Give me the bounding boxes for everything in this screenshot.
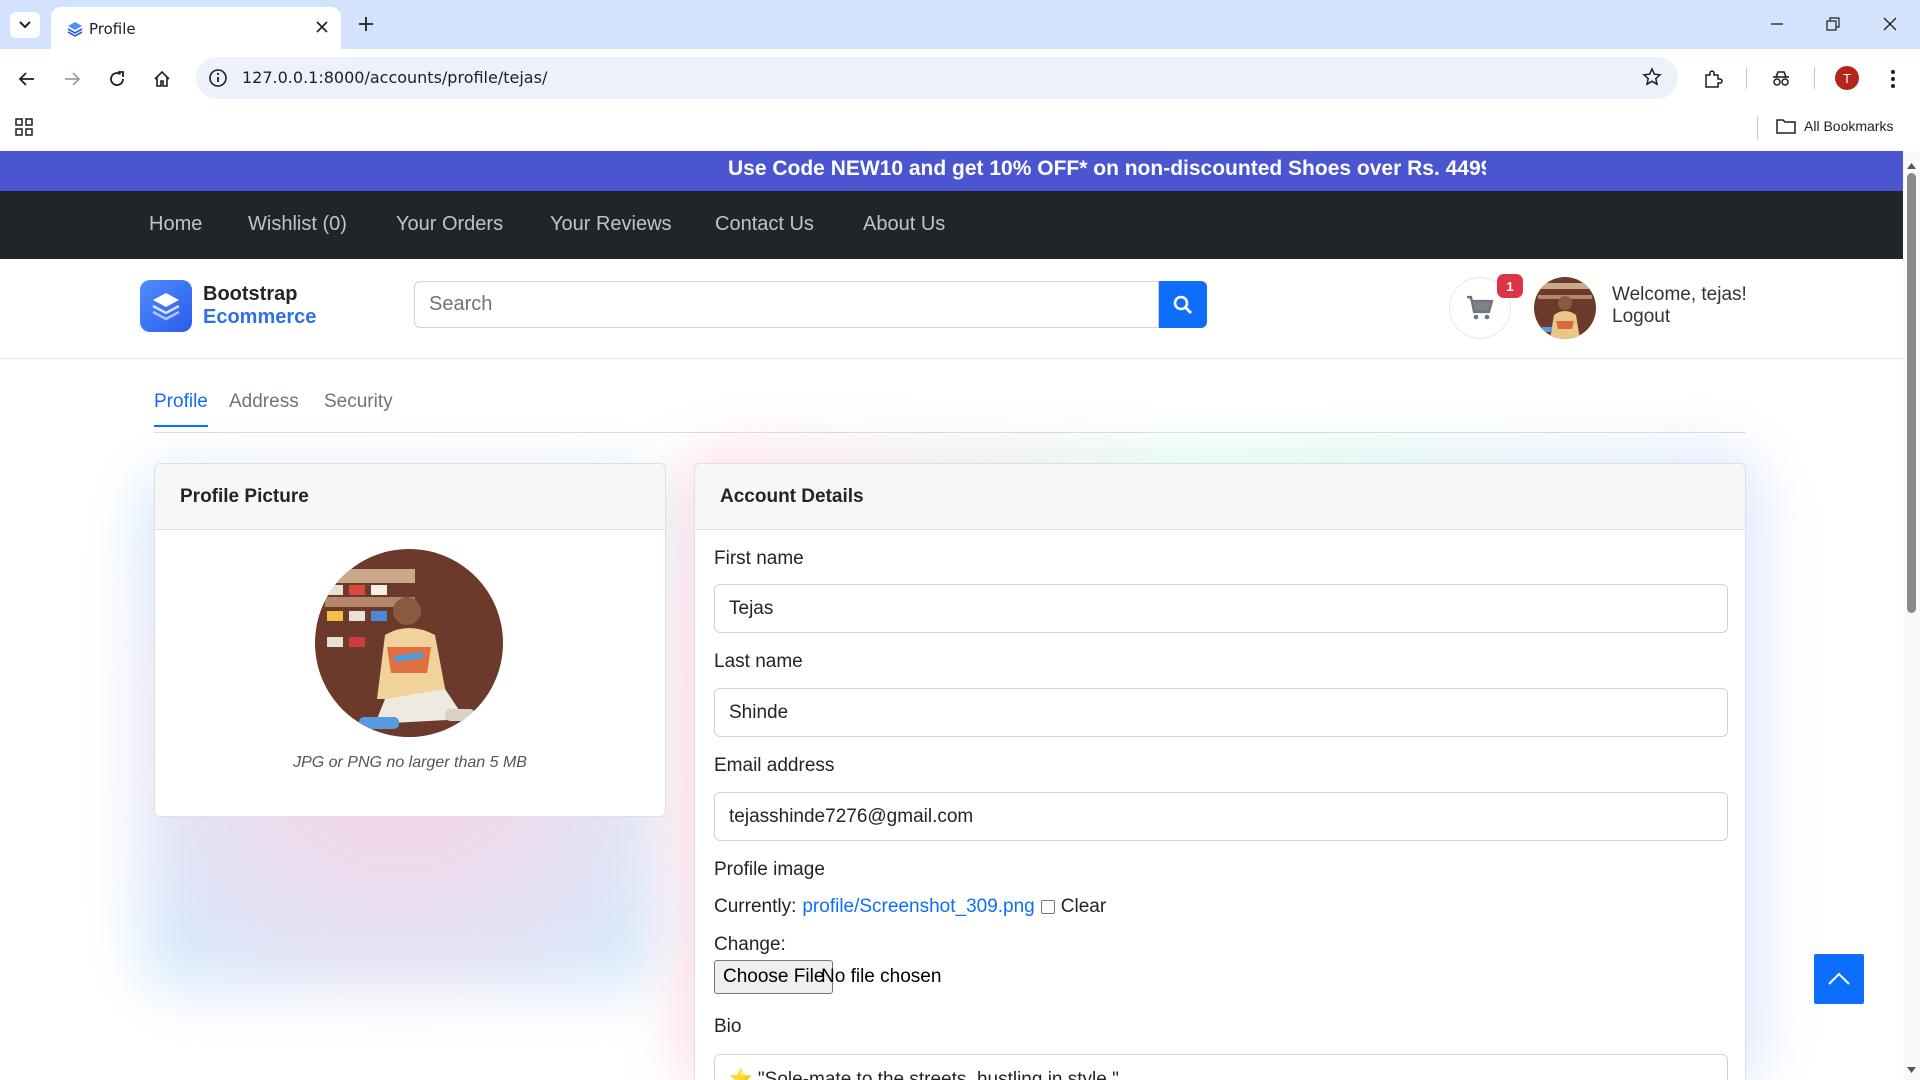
- cart-count-badge: 1: [1497, 274, 1523, 298]
- email-field[interactable]: [714, 792, 1728, 841]
- folder-icon: [1776, 119, 1796, 134]
- apps-grid-icon[interactable]: [14, 117, 34, 141]
- last-name-label: Last name: [714, 651, 803, 672]
- search-icon: [1173, 295, 1192, 314]
- nav-your-orders[interactable]: Your Orders: [396, 213, 503, 236]
- first-name-label: First name: [714, 548, 804, 569]
- close-window-icon[interactable]: [1876, 10, 1904, 38]
- profile-picture-card: Profile Picture JPG or PNG no larger tha…: [154, 463, 666, 817]
- profile-tabs: Profile Address Security: [154, 391, 1746, 433]
- scrollbar-thumb[interactable]: [1907, 173, 1916, 613]
- bookmark-star-icon[interactable]: [1642, 67, 1662, 91]
- reload-icon[interactable]: [103, 65, 131, 93]
- site-favicon-icon: [67, 21, 83, 41]
- bio-field[interactable]: [714, 1054, 1728, 1080]
- last-name-field[interactable]: [714, 688, 1728, 737]
- site-header: Bootstrap Ecommerce 1 Welcome, tejas! Lo…: [0, 259, 1903, 359]
- tab-list-button[interactable]: [10, 12, 40, 38]
- account-details-title: Account Details: [695, 464, 1745, 530]
- welcome-text: Welcome, tejas!: [1612, 284, 1747, 305]
- scroll-up-arrow-icon[interactable]: [1907, 155, 1916, 174]
- email-label: Email address: [714, 755, 835, 776]
- profile-picture-title: Profile Picture: [155, 464, 665, 530]
- nav-home[interactable]: Home: [149, 213, 202, 236]
- logo-text-line1[interactable]: Bootstrap: [203, 283, 297, 306]
- site-info-icon[interactable]: [208, 68, 228, 92]
- home-icon[interactable]: [148, 65, 176, 93]
- browser-tab-profile[interactable]: Profile: [51, 7, 341, 49]
- account-details-card: Account Details First name Last name Ema…: [694, 463, 1746, 1080]
- toolbar-divider-2: [1814, 67, 1815, 89]
- address-bar[interactable]: 127.0.0.1:8000/accounts/profile/tejas/: [196, 57, 1678, 99]
- logout-link[interactable]: Logout: [1612, 306, 1670, 328]
- page-scrollbar[interactable]: [1903, 151, 1920, 1080]
- bio-label: Bio: [714, 1016, 742, 1037]
- bookmarks-bar: All Bookmarks: [0, 109, 1920, 151]
- scroll-down-arrow-icon[interactable]: [1907, 1059, 1916, 1078]
- nav-your-reviews[interactable]: Your Reviews: [550, 213, 672, 236]
- tab-address[interactable]: Address: [229, 391, 299, 425]
- all-bookmarks-label: All Bookmarks: [1804, 118, 1894, 134]
- chevron-up-icon: [1828, 972, 1850, 985]
- url-text[interactable]: 127.0.0.1:8000/accounts/profile/tejas/: [242, 68, 547, 87]
- no-file-text: No file chosen: [821, 966, 942, 987]
- bookmarks-divider: [1757, 117, 1758, 139]
- nav-contact-us[interactable]: Contact Us: [715, 213, 814, 236]
- logo-icon[interactable]: [140, 280, 192, 332]
- new-tab-icon[interactable]: [354, 12, 378, 36]
- tab-profile[interactable]: Profile: [154, 391, 208, 427]
- promo-text: Use Code NEW10 and get 10% OFF* on non-d…: [728, 157, 1486, 180]
- current-image-row: Currently: profile/Screenshot_309.png Cl…: [714, 896, 1106, 918]
- back-to-top-button[interactable]: [1814, 954, 1864, 1004]
- profile-picture-image[interactable]: [315, 549, 503, 737]
- promo-banner: Use Code NEW10 and get 10% OFF* on non-d…: [0, 151, 1903, 191]
- tab-title: Profile: [89, 20, 136, 38]
- minimize-icon[interactable]: [1763, 10, 1791, 38]
- logo-text-line2[interactable]: Ecommerce: [203, 306, 316, 329]
- forward-icon[interactable]: [58, 65, 86, 93]
- cart-icon: [1467, 295, 1494, 320]
- extensions-icon[interactable]: [1699, 65, 1727, 93]
- tab-close-icon[interactable]: [313, 18, 331, 36]
- all-bookmarks-button[interactable]: All Bookmarks: [1776, 117, 1893, 135]
- user-avatar[interactable]: [1534, 277, 1596, 339]
- browser-toolbar: 127.0.0.1:8000/accounts/profile/tejas/ T: [0, 49, 1920, 109]
- clear-label: Clear: [1060, 896, 1107, 917]
- nav-wishlist[interactable]: Wishlist (0): [248, 213, 347, 236]
- search-input[interactable]: [414, 281, 1159, 328]
- browser-tabbar: Profile: [0, 0, 1920, 49]
- browser-profile-avatar[interactable]: T: [1835, 66, 1859, 90]
- change-label: Change:: [714, 934, 786, 955]
- incognito-icon[interactable]: [1767, 65, 1795, 93]
- tab-security[interactable]: Security: [324, 391, 393, 425]
- current-image-link[interactable]: profile/Screenshot_309.png: [802, 896, 1034, 918]
- back-icon[interactable]: [13, 65, 41, 93]
- nav-about-us[interactable]: About Us: [863, 213, 945, 236]
- main-navbar: Home Wishlist (0) Your Orders Your Revie…: [0, 191, 1903, 259]
- profile-picture-note: JPG or PNG no larger than 5 MB: [293, 754, 527, 771]
- choose-file-button[interactable]: Choose File: [714, 960, 834, 994]
- page-viewport: Use Code NEW10 and get 10% OFF* on non-d…: [0, 151, 1903, 1080]
- toolbar-divider: [1746, 67, 1747, 89]
- menu-kebab-icon[interactable]: [1879, 65, 1907, 93]
- clear-checkbox[interactable]: [1040, 900, 1055, 914]
- currently-label: Currently:: [714, 896, 797, 917]
- profile-image-label: Profile image: [714, 859, 825, 880]
- first-name-field[interactable]: [714, 584, 1728, 633]
- search-button[interactable]: [1159, 281, 1207, 328]
- restore-icon[interactable]: [1819, 10, 1847, 38]
